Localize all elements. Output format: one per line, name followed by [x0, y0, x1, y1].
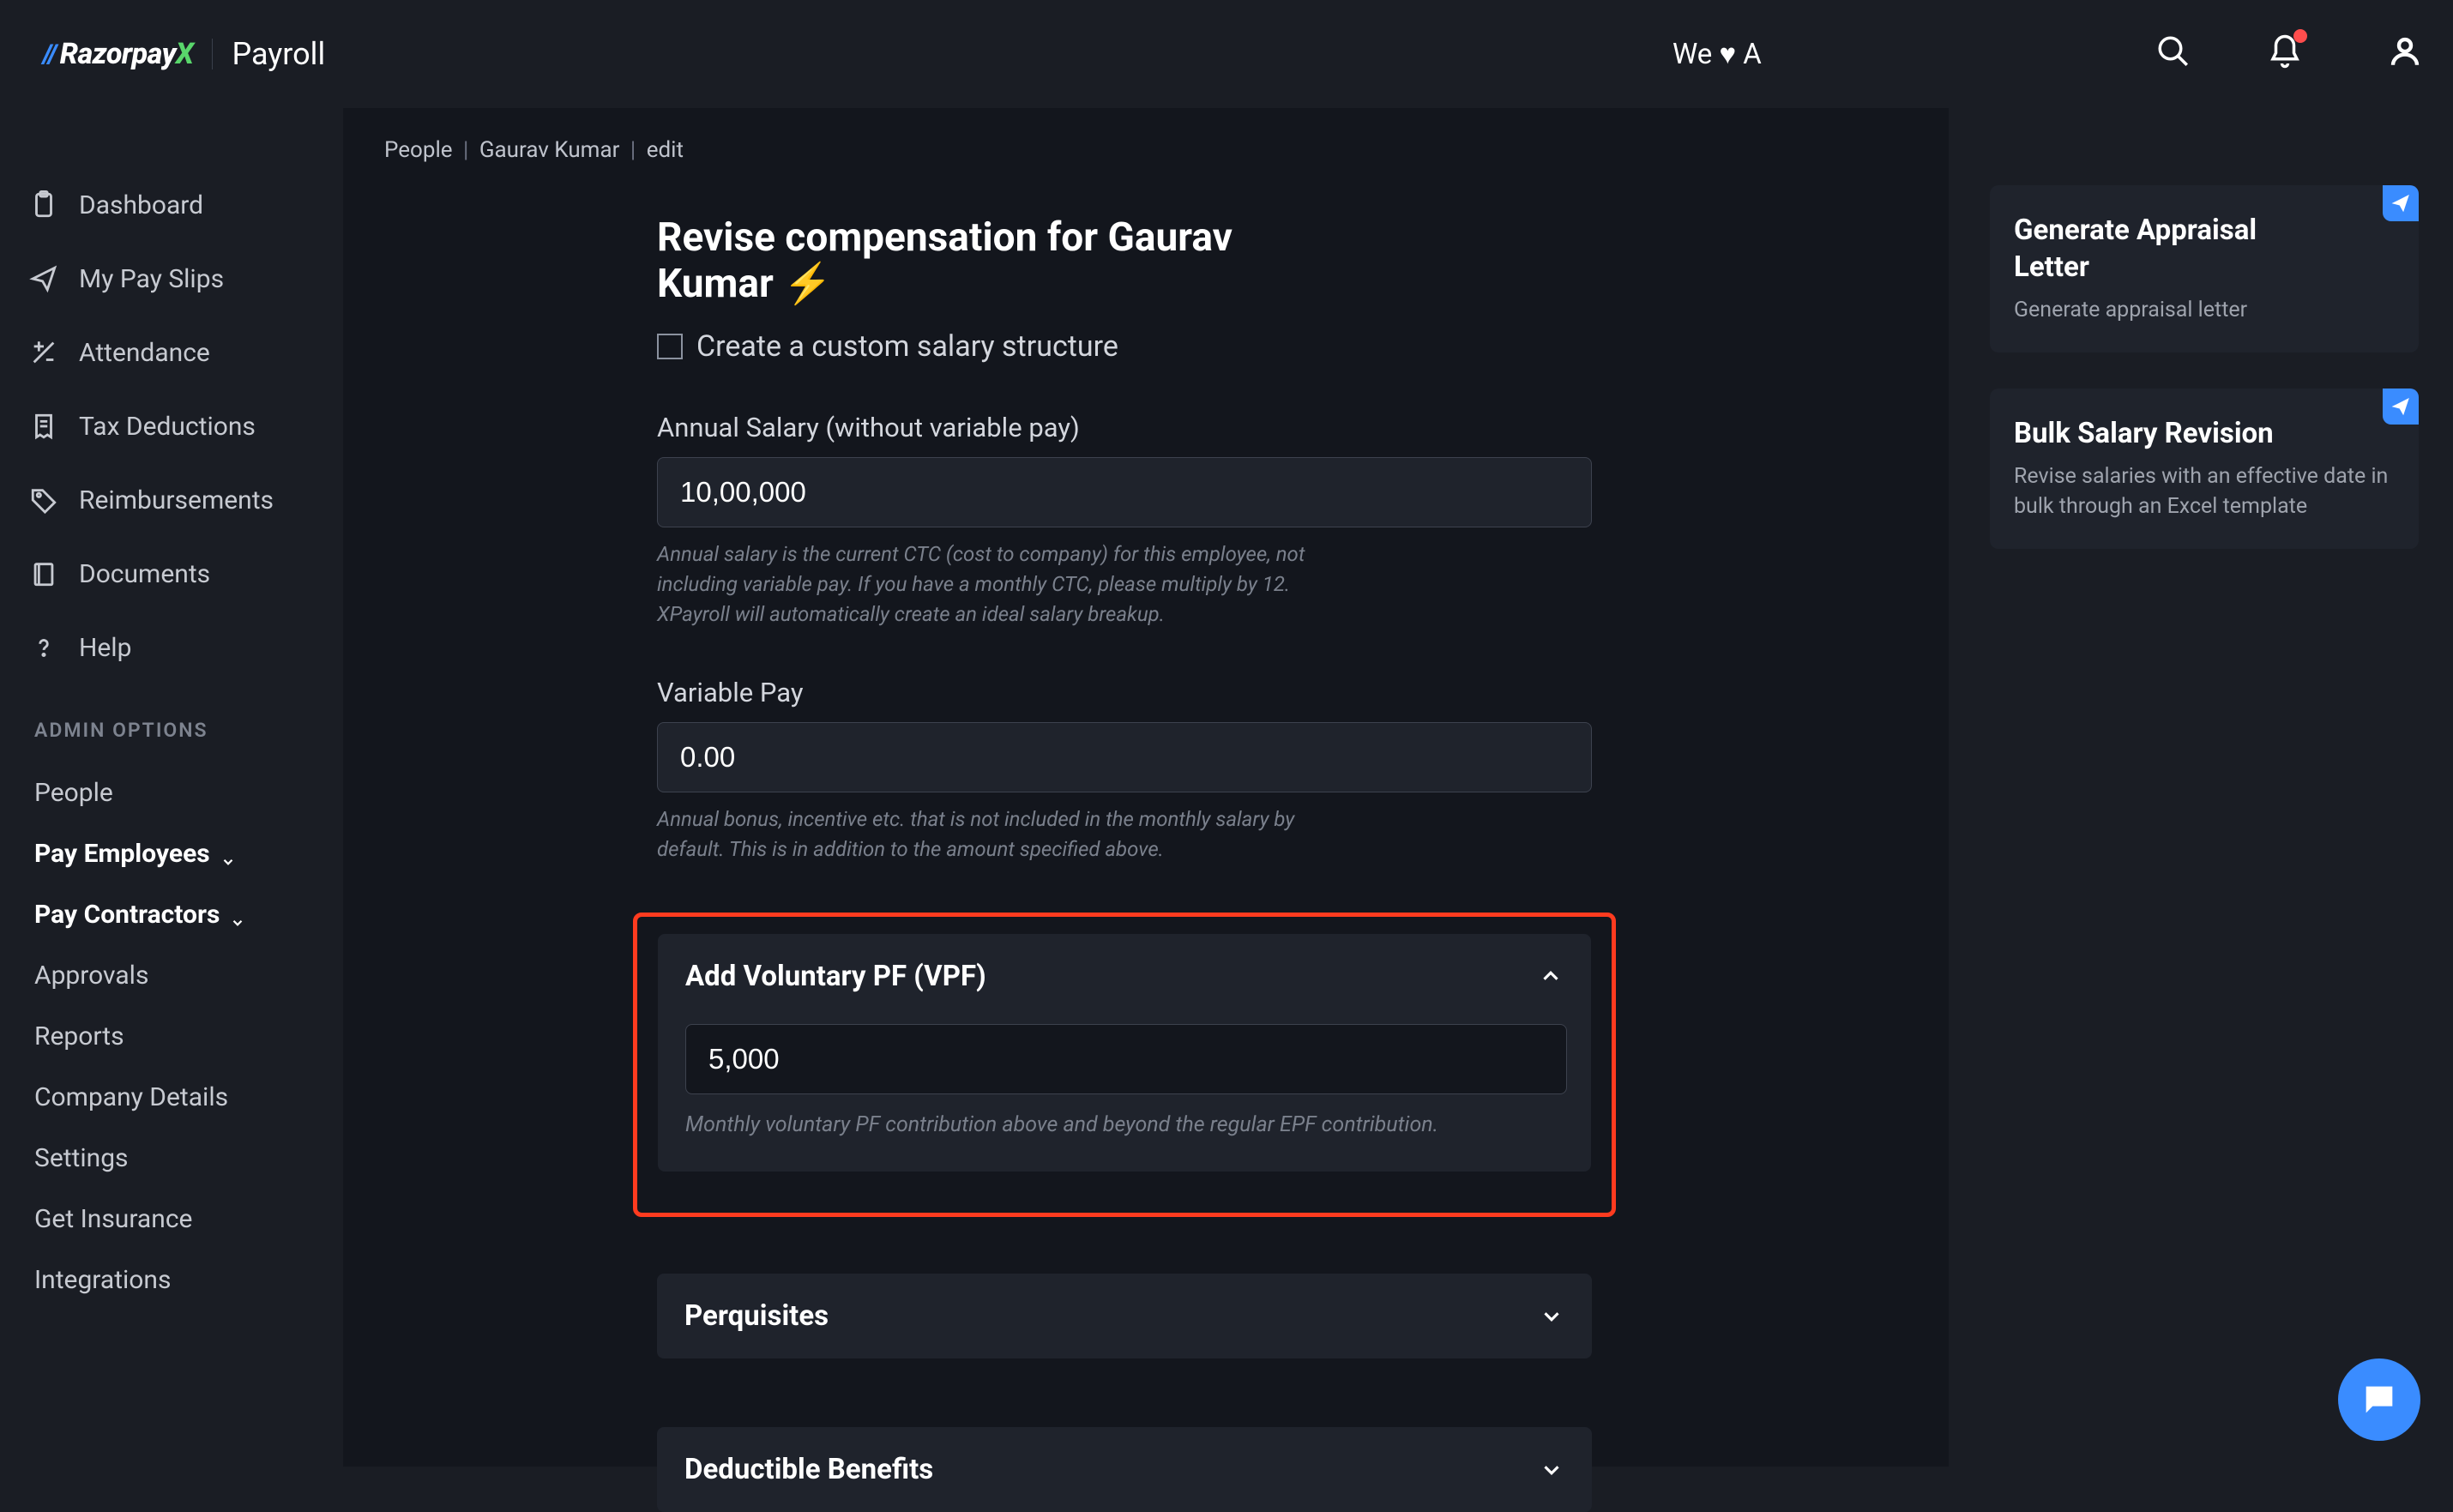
sidebar-item-label: Tax Deductions: [79, 412, 256, 442]
right-column: Generate Appraisal Letter Generate appra…: [1990, 185, 2419, 585]
admin-options-header: ADMIN OPTIONS: [0, 684, 343, 762]
main: People | Gaurav Kumar | edit Revise comp…: [343, 108, 1949, 1467]
vpf-title: Add Voluntary PF (VPF): [685, 960, 986, 993]
sidebar-item-reports[interactable]: Reports: [0, 1006, 343, 1067]
vpf-help: Monthly voluntary PF contribution above …: [685, 1110, 1564, 1141]
sidebar-item-insurance[interactable]: Get Insurance: [0, 1189, 343, 1250]
card-bulk-sub: Revise salaries with an effective date i…: [2014, 461, 2395, 521]
notification-dot: [2293, 29, 2307, 43]
custom-structure-row[interactable]: Create a custom salary structure: [657, 329, 1319, 364]
custom-structure-label: Create a custom salary structure: [696, 329, 1118, 364]
page-title: Revise compensation for Gaurav Kumar ⚡: [657, 214, 1319, 307]
annual-salary-help: Annual salary is the current CTC (cost t…: [657, 539, 1319, 629]
annual-salary-input[interactable]: [657, 457, 1592, 527]
logo-glyph: //: [43, 39, 57, 69]
search-icon[interactable]: [2153, 31, 2194, 72]
sidebar-item-dashboard[interactable]: Dashboard: [0, 168, 343, 242]
receipt-icon: [27, 410, 60, 443]
logo-divider: [212, 39, 213, 69]
sidebar-item-reimbursements[interactable]: Reimbursements: [0, 463, 343, 537]
deductible-title: Deductible Benefits: [684, 1453, 933, 1486]
annual-salary-label: Annual Salary (without variable pay): [657, 412, 1319, 443]
breadcrumb-people[interactable]: People: [384, 137, 453, 163]
sidebar-item-label: Documents: [79, 559, 210, 589]
variable-pay-label: Variable Pay: [657, 677, 1319, 708]
card-appraisal[interactable]: Generate Appraisal Letter Generate appra…: [1990, 185, 2419, 352]
sidebar-item-label: Dashboard: [79, 190, 203, 220]
vpf-panel: Add Voluntary PF (VPF) Monthly voluntary…: [658, 934, 1591, 1172]
tagline: We ♥ A: [1672, 38, 1762, 71]
notifications-icon[interactable]: [2264, 31, 2305, 72]
breadcrumb: People | Gaurav Kumar | edit: [384, 134, 1889, 163]
sidebar-item-label: Help: [79, 633, 131, 663]
sidebar-item-payslips[interactable]: My Pay Slips: [0, 242, 343, 316]
card-bulk[interactable]: Bulk Salary Revision Revise salaries wit…: [1990, 389, 2419, 549]
logo-brand: RazorpayX: [60, 37, 194, 71]
sidebar-item-label: Reimbursements: [79, 485, 274, 515]
sidebar-item-company-details[interactable]: Company Details: [0, 1067, 343, 1128]
vpf-input[interactable]: [685, 1024, 1567, 1094]
chevron-up-icon: [1538, 963, 1564, 989]
sidebar-item-documents[interactable]: Documents: [0, 537, 343, 611]
chevron-down-icon: [1539, 1304, 1564, 1329]
chevron-down-icon: [1539, 1457, 1564, 1483]
sidebar-item-help[interactable]: Help: [0, 611, 343, 684]
perquisites-title: Perquisites: [684, 1299, 829, 1333]
sidebar-item-pay-contractors[interactable]: Pay Contractors: [0, 884, 343, 945]
clipboard-icon: [27, 189, 60, 221]
sidebar-item-settings[interactable]: Settings: [0, 1128, 343, 1189]
custom-structure-checkbox[interactable]: [657, 334, 683, 359]
breadcrumb-current: edit: [647, 137, 684, 163]
vpf-panel-header[interactable]: Add Voluntary PF (VPF): [685, 960, 1564, 993]
send-badge-icon: [2383, 185, 2419, 221]
sidebar-item-attendance[interactable]: Attendance: [0, 316, 343, 389]
variable-pay-input[interactable]: [657, 722, 1592, 792]
tag-icon: [27, 484, 60, 516]
user-menu-icon[interactable]: [2384, 31, 2426, 72]
chevron-down-icon: [230, 907, 245, 923]
sidebar-item-people[interactable]: People: [0, 762, 343, 823]
logo[interactable]: // RazorpayX Payroll: [43, 36, 325, 72]
send-badge-icon: [2383, 389, 2419, 425]
send-icon: [27, 262, 60, 295]
sidebar-item-integrations[interactable]: Integrations: [0, 1250, 343, 1310]
book-icon: [27, 557, 60, 590]
sidebar-item-label: My Pay Slips: [79, 264, 224, 294]
sidebar-item-approvals[interactable]: Approvals: [0, 945, 343, 1006]
card-appraisal-sub: Generate appraisal letter: [2014, 295, 2395, 325]
sidebar-item-tax[interactable]: Tax Deductions: [0, 389, 343, 463]
vpf-highlight: Add Voluntary PF (VPF) Monthly voluntary…: [633, 913, 1616, 1217]
deductible-panel[interactable]: Deductible Benefits: [657, 1427, 1592, 1512]
variable-pay-help: Annual bonus, incentive etc. that is not…: [657, 804, 1319, 864]
sidebar: Dashboard My Pay Slips Attendance Tax De…: [0, 108, 343, 1467]
card-bulk-title: Bulk Salary Revision: [2014, 416, 2305, 453]
card-appraisal-title: Generate Appraisal Letter: [2014, 213, 2305, 286]
topbar: // RazorpayX Payroll We ♥ A: [0, 0, 2453, 108]
sidebar-item-pay-employees[interactable]: Pay Employees: [0, 823, 343, 884]
help-icon: [27, 631, 60, 664]
sidebar-item-label: Attendance: [79, 338, 210, 368]
perquisites-panel[interactable]: Perquisites: [657, 1274, 1592, 1358]
logo-product: Payroll: [232, 36, 325, 72]
chat-fab[interactable]: [2338, 1358, 2420, 1441]
chevron-down-icon: [220, 846, 236, 862]
plus-minus-icon: [27, 336, 60, 369]
breadcrumb-person[interactable]: Gaurav Kumar: [479, 137, 620, 163]
